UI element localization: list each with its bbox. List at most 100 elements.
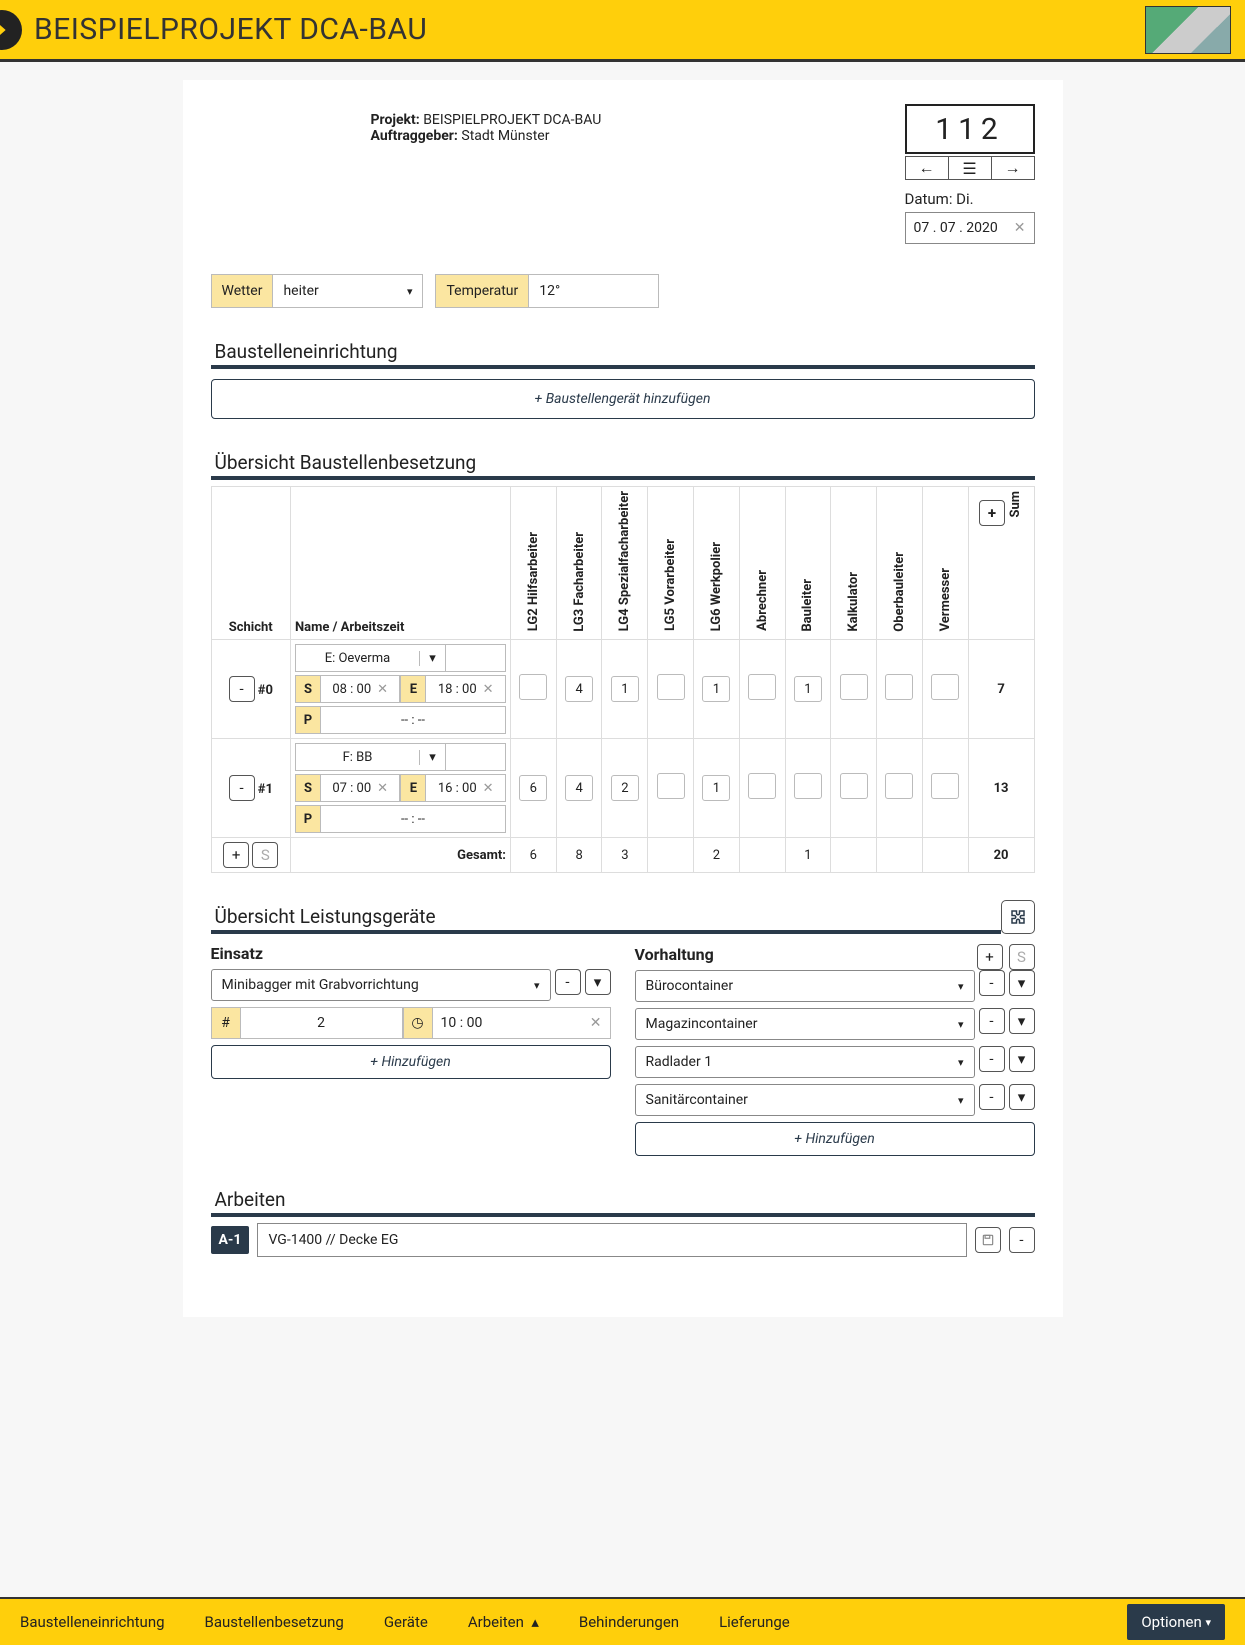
einsatz-add-button[interactable]: + Hinzufügen xyxy=(211,1045,611,1079)
clear-time-icon[interactable]: ✕ xyxy=(590,1015,602,1031)
col-kalkulator: Kalkulator xyxy=(846,572,861,632)
vorhaltung-item-select[interactable]: Sanitärcontainer ▾ xyxy=(635,1084,975,1116)
temperatur-input[interactable]: 12° xyxy=(529,274,659,308)
einsatz-more-button[interactable]: ▾ xyxy=(585,969,611,995)
einsatz-remove-button[interactable]: - xyxy=(555,969,581,995)
work-save-icon[interactable] xyxy=(975,1227,1001,1253)
col-schicht: Schicht xyxy=(229,620,273,635)
footer-arbeiten[interactable]: Arbeiten ▴ xyxy=(468,1613,539,1631)
staff-count-input[interactable]: 6 xyxy=(519,775,547,801)
einsatz-count-input[interactable]: 2 xyxy=(241,1007,403,1039)
staff-count-input[interactable] xyxy=(885,773,913,799)
col-sum: Sum xyxy=(1008,491,1023,518)
remove-shift-button[interactable]: - xyxy=(229,775,255,801)
vorhaltung-more-button[interactable]: ▾ xyxy=(1009,970,1035,996)
footer-geraete[interactable]: Geräte xyxy=(384,1613,428,1631)
total-9 xyxy=(922,838,968,873)
shift-s-button[interactable]: S xyxy=(252,842,278,868)
footer-besetzung[interactable]: Baustellenbesetzung xyxy=(205,1613,344,1631)
staff-count-input[interactable]: 1 xyxy=(702,676,730,702)
staff-count-input[interactable] xyxy=(657,674,685,700)
staff-count-input[interactable] xyxy=(748,674,776,700)
project-thumbnail[interactable] xyxy=(1145,6,1231,54)
vorhaltung-item-select[interactable]: Radlader 1 ▾ xyxy=(635,1046,975,1078)
total-4: 2 xyxy=(694,838,740,873)
vorhaltung-more-button[interactable]: ▾ xyxy=(1009,1084,1035,1110)
pause-time-input[interactable]: -- : -- xyxy=(321,805,506,833)
clear-icon[interactable]: ✕ xyxy=(483,682,494,697)
firm-extra[interactable] xyxy=(445,744,505,770)
vorhaltung-item-select[interactable]: Magazincontainer ▾ xyxy=(635,1008,975,1040)
staff-count-input[interactable]: 2 xyxy=(611,775,639,801)
chevron-down-icon: ▾ xyxy=(407,285,413,298)
total-1: 8 xyxy=(556,838,602,873)
footer-lieferungen[interactable]: Lieferunge xyxy=(719,1613,790,1631)
staff-count-input[interactable] xyxy=(840,674,868,700)
footer-einrichtung[interactable]: Baustelleneinrichtung xyxy=(20,1613,165,1631)
add-column-button[interactable]: + xyxy=(979,500,1005,526)
row-sum: 7 xyxy=(968,640,1034,739)
puzzle-icon[interactable] xyxy=(1001,900,1035,934)
firm-extra[interactable] xyxy=(445,645,505,671)
add-shift-button[interactable]: + xyxy=(223,842,249,868)
staff-count-input[interactable]: 4 xyxy=(565,676,593,702)
col-lg6: LG6 Werkpolier xyxy=(709,542,724,631)
staff-count-input[interactable] xyxy=(931,773,959,799)
vorhaltung-remove-button[interactable]: - xyxy=(979,1084,1005,1110)
firm-value: E: Oeverma xyxy=(296,651,419,666)
section-arbeiten: Arbeiten xyxy=(211,1182,1035,1217)
staff-count-input[interactable] xyxy=(794,773,822,799)
clear-icon[interactable]: ✕ xyxy=(377,682,388,697)
options-button[interactable]: Optionen ▾ xyxy=(1127,1604,1225,1640)
start-time-input[interactable]: 08 : 00 ✕ xyxy=(321,675,401,703)
einsatz-time-input[interactable]: 10 : 00 ✕ xyxy=(433,1007,611,1039)
start-time-input[interactable]: 07 : 00 ✕ xyxy=(321,774,401,802)
staff-count-input[interactable]: 1 xyxy=(702,775,730,801)
firm-select[interactable]: E: Oeverma ▾ xyxy=(295,644,506,672)
vorhaltung-add-button[interactable]: + xyxy=(977,944,1003,970)
col-lg3: LG3 Facharbeiter xyxy=(572,532,587,632)
date-value: 07 . 07 . 2020 xyxy=(914,220,998,236)
staff-count-input[interactable] xyxy=(657,773,685,799)
vorhaltung-remove-button[interactable]: - xyxy=(979,1046,1005,1072)
staff-count-input[interactable] xyxy=(885,674,913,700)
staff-count-input[interactable] xyxy=(748,773,776,799)
clear-icon[interactable]: ✕ xyxy=(377,781,388,796)
staff-count-input[interactable] xyxy=(519,674,547,700)
work-select[interactable]: VG-1400 // Decke EG xyxy=(257,1223,966,1257)
footer-behinderungen[interactable]: Behinderungen xyxy=(579,1613,679,1631)
vorhaltung-more-button[interactable]: ▾ xyxy=(1009,1008,1035,1034)
col-name: Name / Arbeitszeit xyxy=(295,620,404,635)
end-time-input[interactable]: 18 : 00 ✕ xyxy=(426,675,506,703)
prev-report-button[interactable]: ← xyxy=(905,156,948,180)
staff-count-input[interactable]: 1 xyxy=(794,676,822,702)
staff-count-input[interactable]: 4 xyxy=(565,775,593,801)
vorhaltung-more-button[interactable]: ▾ xyxy=(1009,1046,1035,1072)
col-bauleiter: Bauleiter xyxy=(800,579,815,632)
vorhaltung-s-button[interactable]: S xyxy=(1009,944,1035,970)
clear-date-icon[interactable]: ✕ xyxy=(1014,220,1026,236)
next-report-button[interactable]: → xyxy=(991,156,1035,180)
end-time-input[interactable]: 16 : 00 ✕ xyxy=(426,774,506,802)
add-geraet-button[interactable]: + Baustellengerät hinzufügen xyxy=(211,379,1035,419)
vorhaltung-item: Bürocontainer xyxy=(646,978,734,994)
einsatz-device-select[interactable]: Minibagger mit Grabvorrichtung ▾ xyxy=(211,969,551,1001)
vorhaltung-add-row[interactable]: + Hinzufügen xyxy=(635,1122,1035,1156)
remove-shift-button[interactable]: - xyxy=(229,676,255,702)
total-6: 1 xyxy=(785,838,831,873)
list-reports-button[interactable]: ☰ xyxy=(948,156,991,180)
firm-select[interactable]: F: BB ▾ xyxy=(295,743,506,771)
logo-icon xyxy=(0,10,22,50)
staff-count-input[interactable] xyxy=(931,674,959,700)
vorhaltung-item-select[interactable]: Bürocontainer ▾ xyxy=(635,970,975,1002)
work-remove-button[interactable]: - xyxy=(1009,1227,1035,1253)
wetter-select[interactable]: heiter ▾ xyxy=(273,274,423,308)
date-input[interactable]: 07 . 07 . 2020 ✕ xyxy=(905,212,1035,244)
vorhaltung-remove-button[interactable]: - xyxy=(979,970,1005,996)
staff-count-input[interactable]: 1 xyxy=(611,676,639,702)
scroll-area[interactable]: Projekt: BEISPIELPROJEKT DCA-BAU Auftrag… xyxy=(0,62,1245,1597)
vorhaltung-remove-button[interactable]: - xyxy=(979,1008,1005,1034)
staff-count-input[interactable] xyxy=(840,773,868,799)
clear-icon[interactable]: ✕ xyxy=(483,781,494,796)
pause-time-input[interactable]: -- : -- xyxy=(321,706,506,734)
